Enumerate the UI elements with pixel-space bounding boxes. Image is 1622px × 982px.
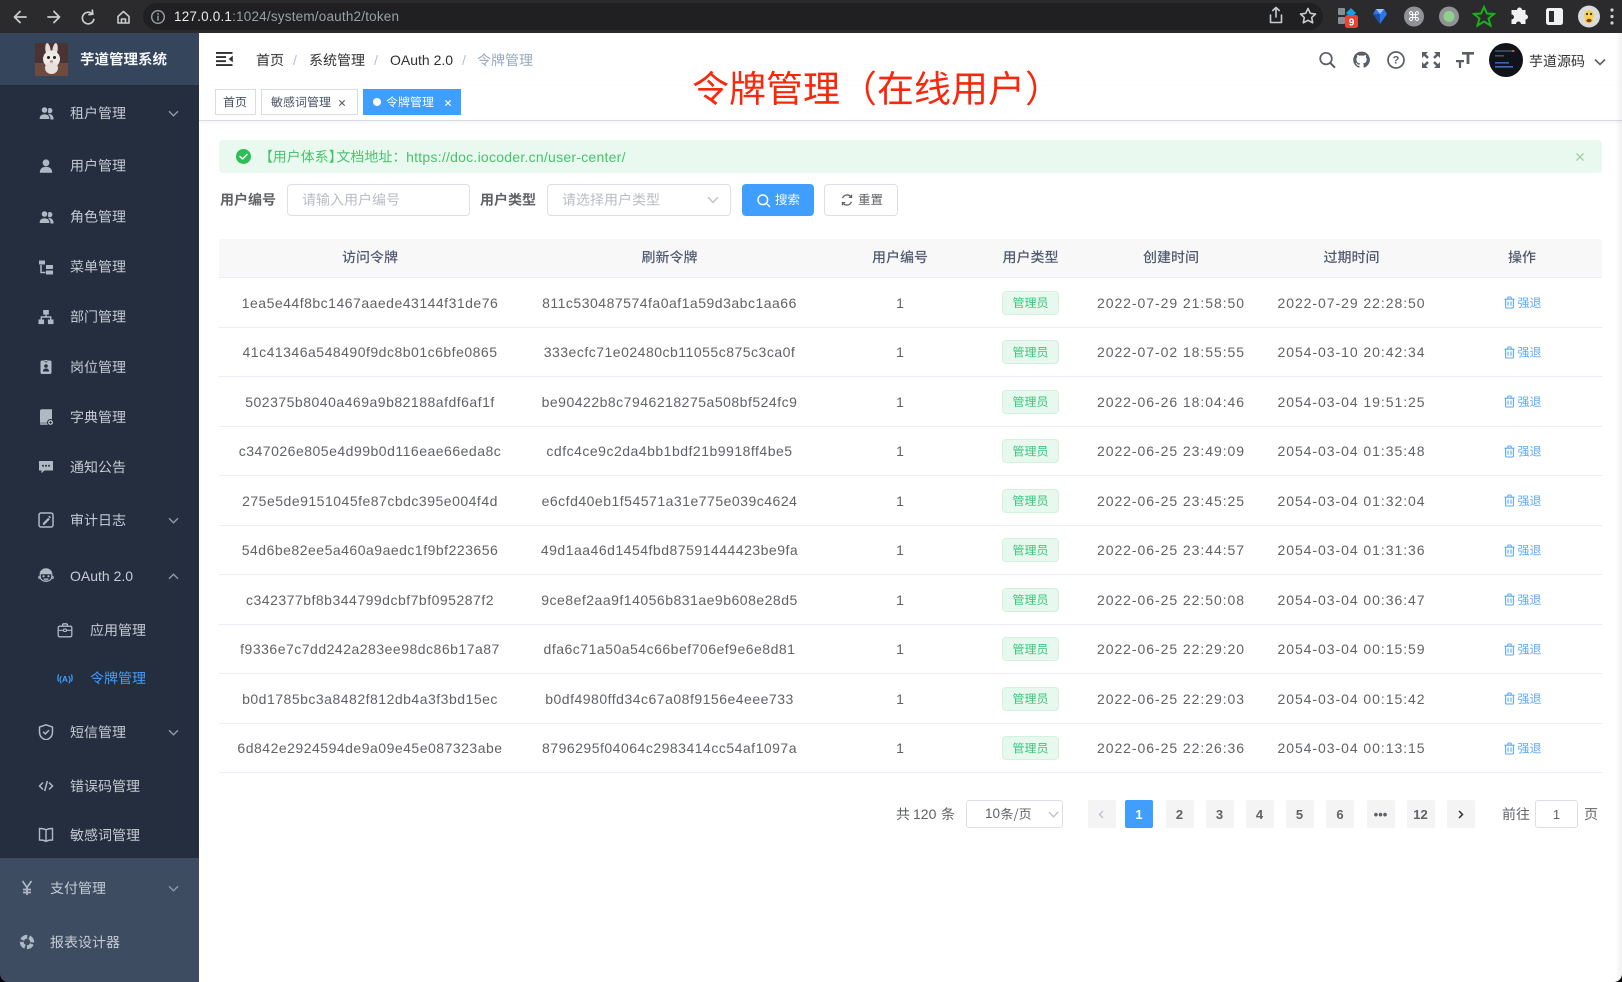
svg-text:?: ? xyxy=(1393,55,1400,67)
svg-text:9: 9 xyxy=(1349,18,1355,29)
svg-text:(A): (A) xyxy=(59,674,71,684)
svg-text:⌘: ⌘ xyxy=(1408,9,1421,24)
